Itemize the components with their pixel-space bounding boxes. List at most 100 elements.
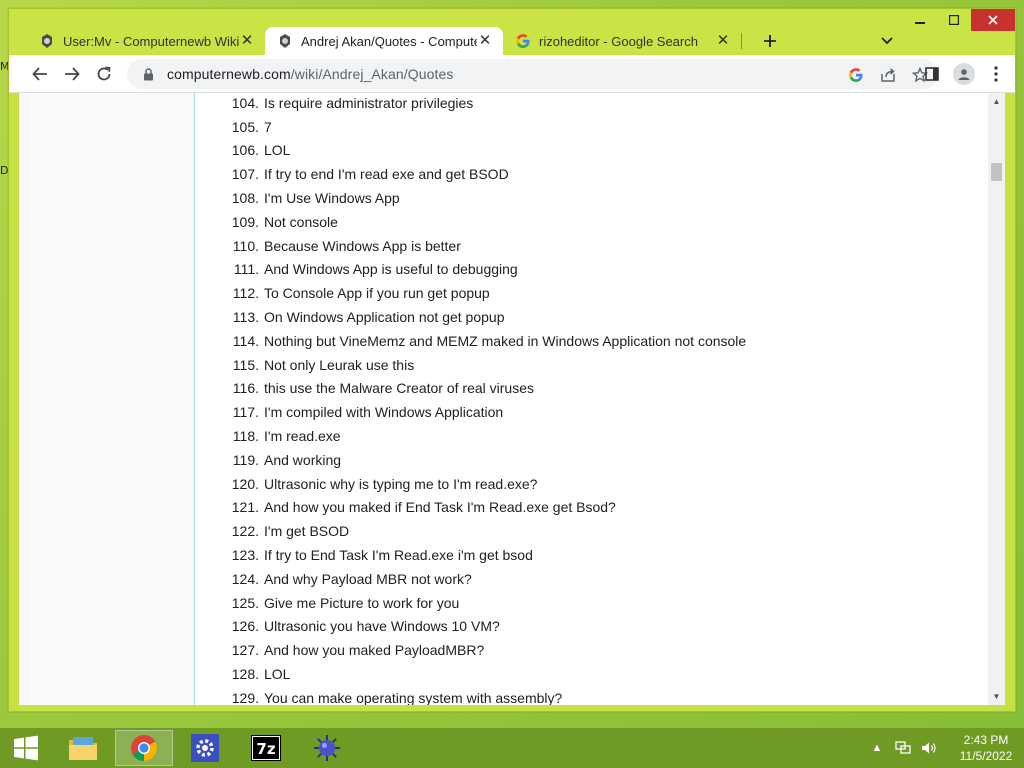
back-button[interactable]	[27, 61, 53, 87]
quote-text: Nothing but VineMemz and MEMZ maked in W…	[264, 332, 747, 349]
quote-item: 128. LOL	[196, 662, 746, 686]
scroll-down-arrow-icon[interactable]: ▼	[988, 688, 1005, 705]
minimize-icon	[915, 22, 925, 24]
tab-search-button[interactable]	[877, 31, 897, 51]
wiki-sidebar	[19, 93, 195, 705]
quote-item: 126. Ultrasonic you have Windows 10 VM?	[196, 615, 746, 639]
quote-text: I'm Use Windows App	[264, 190, 400, 207]
quote-item: 109. Not console	[196, 210, 746, 234]
menu-kebab-icon[interactable]	[983, 61, 1009, 87]
quote-text: Ultrasonic why is typing me to I'm read.…	[264, 475, 538, 492]
scroll-up-arrow-icon[interactable]: ▲	[988, 93, 1005, 110]
quote-list: 104. Is require administrator privilegies…	[196, 93, 746, 705]
quote-item: 110. Because Windows App is better	[196, 234, 746, 258]
quote-item: 112. To Console App if you run get popup	[196, 281, 746, 305]
quote-text: And why Payload MBR not work?	[264, 570, 472, 587]
quote-item: 119. And working	[196, 448, 746, 472]
chrome-icon	[131, 735, 158, 762]
page-content: 104. Is require administrator privilegies…	[19, 93, 1005, 705]
taskbar-7zip[interactable]: 7z	[237, 730, 295, 766]
quote-item: 129. You can make operating system with a…	[196, 686, 746, 705]
7zip-icon: 7z	[251, 735, 281, 761]
tab-title: Andrej Akan/Quotes - Computer	[301, 33, 477, 49]
maximize-button[interactable]	[937, 9, 971, 31]
network-icon[interactable]	[895, 740, 911, 756]
quote-number: 122.	[231, 523, 259, 540]
tab-close-icon[interactable]: ✕	[715, 33, 731, 49]
quote-number: 127.	[231, 642, 259, 659]
quote-item: 114. Nothing but VineMemz and MEMZ maked …	[196, 329, 746, 353]
quote-item: 121. And how you maked if End Task I'm Re…	[196, 496, 746, 520]
quote-number: 112.	[232, 285, 259, 302]
quote-text: On Windows Application not get popup	[264, 309, 505, 326]
quote-item: 107. If try to end I'm read exe and get B…	[196, 162, 746, 186]
quote-number: 129.	[231, 689, 259, 705]
quote-number: 123.	[231, 547, 259, 564]
google-g-icon	[515, 33, 531, 49]
side-panel-icon[interactable]	[919, 61, 945, 87]
virus-app-icon	[314, 735, 340, 761]
quote-item: 117. I'm compiled with Windows Applicatio…	[196, 400, 746, 424]
quote-number: 108.	[231, 190, 259, 207]
quote-text: Is require administrator privilegies	[264, 94, 474, 111]
tab-separator	[741, 33, 742, 49]
volume-icon[interactable]	[921, 740, 937, 756]
quote-number: 116.	[232, 380, 259, 397]
quote-text: 7	[264, 118, 272, 135]
quote-text: Not only Leurak use this	[264, 356, 415, 373]
vertical-scrollbar[interactable]: ▲ ▼	[988, 93, 1005, 705]
minimize-button[interactable]	[903, 9, 937, 31]
lock-icon[interactable]	[141, 67, 155, 81]
quote-item: 104. Is require administrator privilegies	[196, 93, 746, 115]
new-tab-button[interactable]	[756, 27, 784, 55]
taskbar-settings[interactable]	[176, 730, 234, 766]
scroll-thumb[interactable]	[991, 163, 1002, 181]
tab-close-icon[interactable]: ✕	[239, 33, 255, 49]
profile-button[interactable]	[951, 61, 977, 87]
tab-close-icon[interactable]: ✕	[477, 33, 493, 49]
address-bar[interactable]: computernewb.com/wiki/Andrej_Akan/Quotes	[127, 59, 939, 89]
system-tray: ▲ 2:43 PM 11/5/2022	[864, 728, 1016, 768]
wiki-favicon-icon	[277, 33, 293, 49]
quote-number: 109.	[231, 213, 259, 230]
browser-toolbar: computernewb.com/wiki/Andrej_Akan/Quotes	[9, 55, 1015, 93]
quote-number: 118.	[232, 428, 259, 445]
taskbar: 7z ▲ 2:43 PM 11/5/2022	[0, 728, 1024, 768]
reload-button[interactable]	[91, 61, 117, 87]
quote-text: And how you maked if End Task I'm Read.e…	[264, 499, 616, 516]
start-button[interactable]	[0, 728, 52, 768]
tab-andrej-akan-quotes[interactable]: Andrej Akan/Quotes - Computer ✕	[265, 27, 503, 55]
quote-text: Give me Picture to work for you	[264, 594, 460, 611]
plus-icon	[764, 35, 776, 47]
show-hidden-icons-icon[interactable]: ▲	[869, 740, 885, 756]
quote-number: 111.	[233, 261, 259, 278]
quote-text: LOL	[264, 666, 291, 683]
share-icon[interactable]	[877, 64, 899, 86]
toolbar-actions	[919, 61, 1009, 87]
taskbar-clock[interactable]: 2:43 PM 11/5/2022	[956, 732, 1016, 764]
taskbar-chrome[interactable]	[115, 730, 173, 766]
quote-text: I'm compiled with Windows Application	[264, 404, 504, 421]
quote-item: 127. And how you maked PayloadMBR?	[196, 638, 746, 662]
url-path: /wiki/Andrej_Akan/Quotes	[290, 66, 454, 82]
tab-title: User:Mv - Computernewb Wiki	[63, 33, 239, 49]
article-body: 104. Is require administrator privilegies…	[196, 93, 988, 705]
google-lens-icon[interactable]	[845, 64, 867, 86]
tab-user-mv[interactable]: User:Mv - Computernewb Wiki ✕	[27, 27, 265, 55]
browser-window: User:Mv - Computernewb Wiki ✕ Andrej Aka…	[8, 8, 1016, 712]
wiki-favicon-icon	[39, 33, 55, 49]
forward-button[interactable]	[59, 61, 85, 87]
settings-gear-icon	[191, 734, 219, 762]
arrow-left-icon	[32, 67, 47, 81]
quote-item: 105. 7	[196, 115, 746, 139]
taskbar-virus-app[interactable]	[298, 730, 356, 766]
tab-google-search[interactable]: rizoheditor - Google Search ✕	[503, 27, 741, 55]
url-domain: computernewb.com	[167, 66, 291, 82]
quote-text: If try to End Task I'm Read.exe i'm get …	[264, 547, 533, 564]
quote-number: 104.	[231, 94, 259, 111]
url-text[interactable]: computernewb.com/wiki/Andrej_Akan/Quotes	[167, 66, 453, 82]
close-window-button[interactable]	[971, 9, 1015, 31]
taskbar-file-explorer[interactable]	[54, 730, 112, 766]
tab-title: rizoheditor - Google Search	[539, 33, 698, 49]
quote-text: And how you maked PayloadMBR?	[264, 642, 485, 659]
